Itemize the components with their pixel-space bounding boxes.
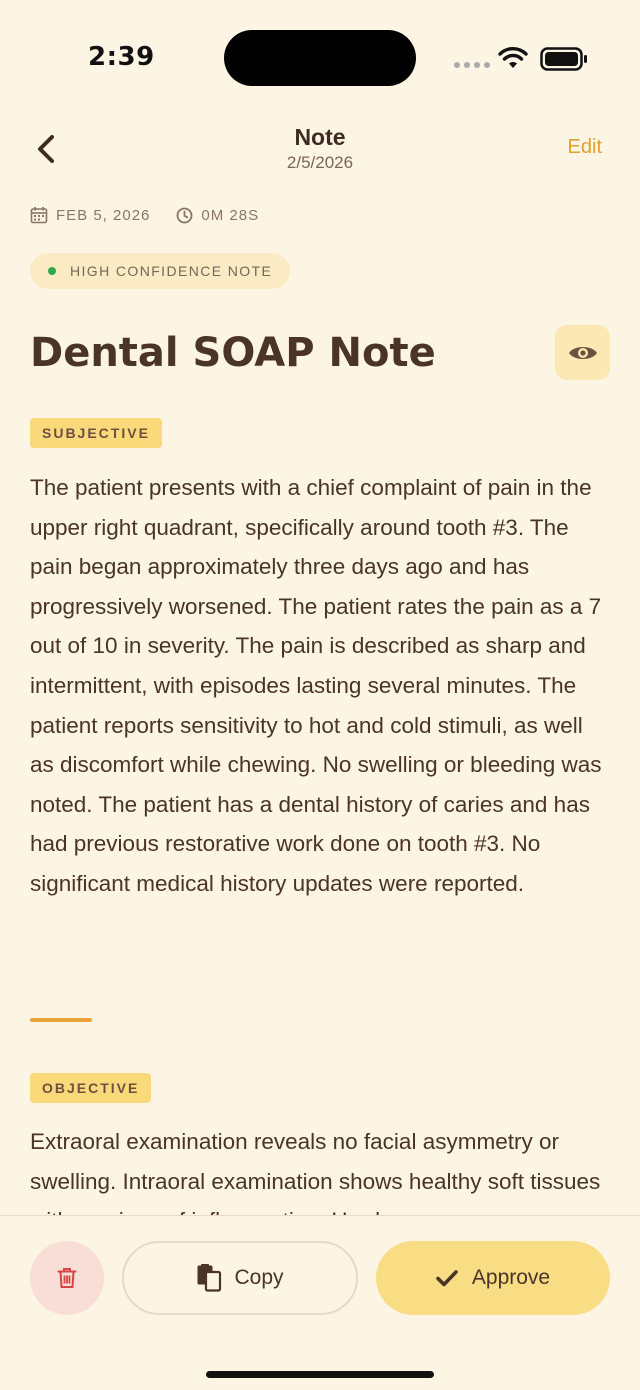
status-bar: 2:39: [0, 0, 640, 110]
approve-label: Approve: [471, 1266, 551, 1289]
page-title: Note: [294, 124, 346, 150]
section-divider: [30, 1018, 92, 1022]
preview-button[interactable]: [555, 325, 610, 380]
meta-duration: 0M 28S: [176, 207, 259, 224]
edit-button[interactable]: Edit: [568, 136, 602, 159]
signal-icon: [454, 62, 490, 68]
section-tag-subjective: SUBJECTIVE: [30, 418, 162, 448]
copy-button[interactable]: Copy: [122, 1241, 358, 1315]
meta-row: FEB 5, 2026 0M 28S: [30, 206, 285, 224]
meta-date: FEB 5, 2026: [30, 206, 150, 224]
status-dot-icon: [48, 267, 56, 275]
check-icon: [436, 1270, 458, 1287]
status-time: 2:39: [88, 42, 155, 72]
approve-button[interactable]: Approve: [376, 1241, 610, 1315]
section-tag-objective: OBJECTIVE: [30, 1073, 152, 1103]
copy-icon: [197, 1264, 222, 1292]
meta-date-text: FEB 5, 2026: [56, 206, 151, 224]
confidence-badge: HIGH CONFIDENCE NOTE: [30, 253, 291, 289]
battery-icon: [540, 47, 587, 71]
trash-icon: [57, 1268, 77, 1288]
title-group: Note 2/5/2026: [0, 124, 640, 173]
section-text-subjective: The patient presents with a chief compla…: [30, 475, 602, 896]
copy-label: Copy: [234, 1266, 284, 1289]
page-subtitle: 2/5/2026: [286, 153, 354, 172]
wifi-icon: [498, 47, 528, 68]
nav-header: Note 2/5/2026 Edit: [0, 120, 640, 180]
dynamic-island: [224, 30, 416, 86]
note-title: Dental SOAP Note: [30, 330, 436, 376]
calendar-icon: [30, 207, 48, 224]
confidence-label: HIGH CONFIDENCE NOTE: [70, 263, 273, 279]
eye-icon: [568, 346, 597, 359]
delete-button[interactable]: [30, 1241, 104, 1315]
home-indicator: [206, 1371, 434, 1378]
clock-icon: [176, 207, 193, 223]
meta-duration-text: 0M 28S: [201, 206, 260, 224]
action-bar: Copy Approve: [0, 1215, 640, 1390]
